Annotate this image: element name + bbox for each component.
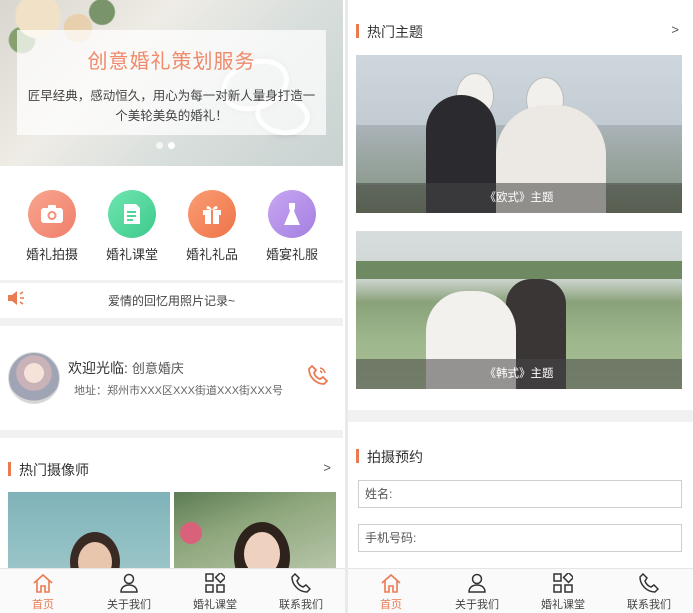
section-gap xyxy=(0,318,343,326)
user-icon xyxy=(86,572,172,594)
face-shape xyxy=(244,532,280,572)
camera-icon xyxy=(28,190,76,238)
themes-screen: 热门主题 > 《欧式》主题 《韩式》主题 拍摄预约 姓名: 手机号码: 首页 关… xyxy=(348,0,693,613)
notice-bar[interactable]: 爱情的回忆用照片记录~ xyxy=(0,284,343,314)
photographers-header[interactable]: 热门摄像师 > xyxy=(0,449,343,489)
section-gap xyxy=(0,430,343,438)
home-icon xyxy=(348,572,434,594)
gift-icon xyxy=(188,190,236,238)
phone-icon xyxy=(258,572,344,594)
app-screens: 创意婚礼策划服务 匠早经典，感动恒久，用心为每一对新人量身打造一个美轮美奂的婚礼… xyxy=(0,0,693,613)
category-wedding-class[interactable]: 婚礼课堂 xyxy=(92,190,172,263)
flower-shape xyxy=(180,522,202,544)
carousel-dots[interactable] xyxy=(156,136,180,154)
category-label: 婚礼拍摄 xyxy=(25,247,78,262)
theme-card-european[interactable]: 《欧式》主题 xyxy=(356,55,682,213)
tab-label: 关于我们 xyxy=(455,599,499,611)
category-label: 婚宴礼服 xyxy=(265,247,318,262)
themes-header[interactable]: 热门主题 > xyxy=(348,11,691,51)
bottom-tab-bar: 首页 关于我们 婚礼课堂 联系我们 xyxy=(0,568,345,613)
tab-label: 首页 xyxy=(380,599,402,611)
category-wedding-dress[interactable]: 婚宴礼服 xyxy=(252,190,332,263)
photographer-photo[interactable] xyxy=(8,492,170,572)
category-label: 婚礼课堂 xyxy=(105,247,158,262)
section-accent-bar xyxy=(356,449,359,463)
category-wedding-photo[interactable]: 婚礼拍摄 xyxy=(12,190,92,263)
note-icon xyxy=(108,190,156,238)
phone-input[interactable] xyxy=(358,524,682,552)
tab-label: 联系我们 xyxy=(279,599,323,611)
tab-label: 关于我们 xyxy=(107,599,151,611)
tab-about[interactable]: 关于我们 xyxy=(434,572,520,612)
tab-label: 首页 xyxy=(32,599,54,611)
home-screen: 创意婚礼策划服务 匠早经典，感动恒久，用心为每一对新人量身打造一个美轮美奂的婚礼… xyxy=(0,0,345,613)
divider xyxy=(0,280,343,283)
tab-about[interactable]: 关于我们 xyxy=(86,572,172,612)
notice-text: 爱情的回忆用照片记录~ xyxy=(107,294,235,308)
tab-contact[interactable]: 联系我们 xyxy=(258,572,344,612)
banner-title: 创意婚礼策划服务 xyxy=(87,51,256,73)
phone-call-icon[interactable] xyxy=(307,364,329,391)
category-label: 婚礼礼品 xyxy=(185,247,238,262)
tab-home[interactable]: 首页 xyxy=(0,572,86,612)
category-wedding-gift[interactable]: 婚礼礼品 xyxy=(172,190,252,263)
section-accent-bar xyxy=(8,462,11,476)
carousel-dot-active[interactable] xyxy=(168,142,175,149)
tab-label: 联系我们 xyxy=(627,599,671,611)
booking-header: 拍摄预约 xyxy=(348,436,691,476)
greeting-label: 欢迎光临: xyxy=(68,360,128,376)
tab-class[interactable]: 婚礼课堂 xyxy=(520,572,606,612)
theme-card-korean[interactable]: 《韩式》主题 xyxy=(356,231,682,389)
tab-label: 婚礼课堂 xyxy=(193,599,237,611)
more-arrow[interactable]: > xyxy=(671,22,679,37)
section-title: 热门摄像师 xyxy=(19,462,89,478)
dress-icon xyxy=(268,190,316,238)
photographer-photo[interactable] xyxy=(174,492,336,572)
shop-address: 地址：郑州市XXX区XXX街道XXX街XXX号 xyxy=(74,385,284,397)
bottom-tab-bar: 首页 关于我们 婚礼课堂 联系我们 xyxy=(348,568,693,613)
more-arrow[interactable]: > xyxy=(323,460,331,475)
tab-home[interactable]: 首页 xyxy=(348,572,434,612)
grid-icon xyxy=(172,572,258,594)
shop-name: 创意婚庆 xyxy=(131,361,184,376)
banner-description: 匠早经典，感动恒久，用心为每一对新人量身打造一个美轮美奂的婚礼！ xyxy=(27,89,316,123)
carousel-dot[interactable] xyxy=(156,142,163,149)
banner-card: 创意婚礼策划服务 匠早经典，感动恒久，用心为每一对新人量身打造一个美轮美奂的婚礼… xyxy=(17,30,326,135)
section-title: 拍摄预约 xyxy=(367,449,423,465)
section-gap xyxy=(348,410,693,422)
theme-caption: 《韩式》主题 xyxy=(356,359,682,389)
section-title: 热门主题 xyxy=(367,24,423,40)
treeline-shape xyxy=(356,261,682,279)
grid-icon xyxy=(520,572,606,594)
tab-contact[interactable]: 联系我们 xyxy=(606,572,692,612)
welcome-section: 欢迎光临: 创意婚庆 地址：郑州市XXX区XXX街道XXX街XXX号 xyxy=(0,330,343,430)
phone-icon xyxy=(606,572,692,594)
welcome-greeting: 欢迎光临: 创意婚庆 xyxy=(68,358,184,378)
tab-class[interactable]: 婚礼课堂 xyxy=(172,572,258,612)
section-accent-bar xyxy=(356,24,359,38)
hero-banner[interactable]: 创意婚礼策划服务 匠早经典，感动恒久，用心为每一对新人量身打造一个美轮美奂的婚礼… xyxy=(0,0,343,166)
theme-caption: 《欧式》主题 xyxy=(356,183,682,213)
user-icon xyxy=(434,572,520,594)
name-input[interactable] xyxy=(358,480,682,508)
avatar xyxy=(8,352,60,404)
home-icon xyxy=(0,572,86,594)
category-icons: 婚礼拍摄 婚礼课堂 婚礼礼品 婚宴礼服 xyxy=(0,190,343,262)
tab-label: 婚礼课堂 xyxy=(541,599,585,611)
